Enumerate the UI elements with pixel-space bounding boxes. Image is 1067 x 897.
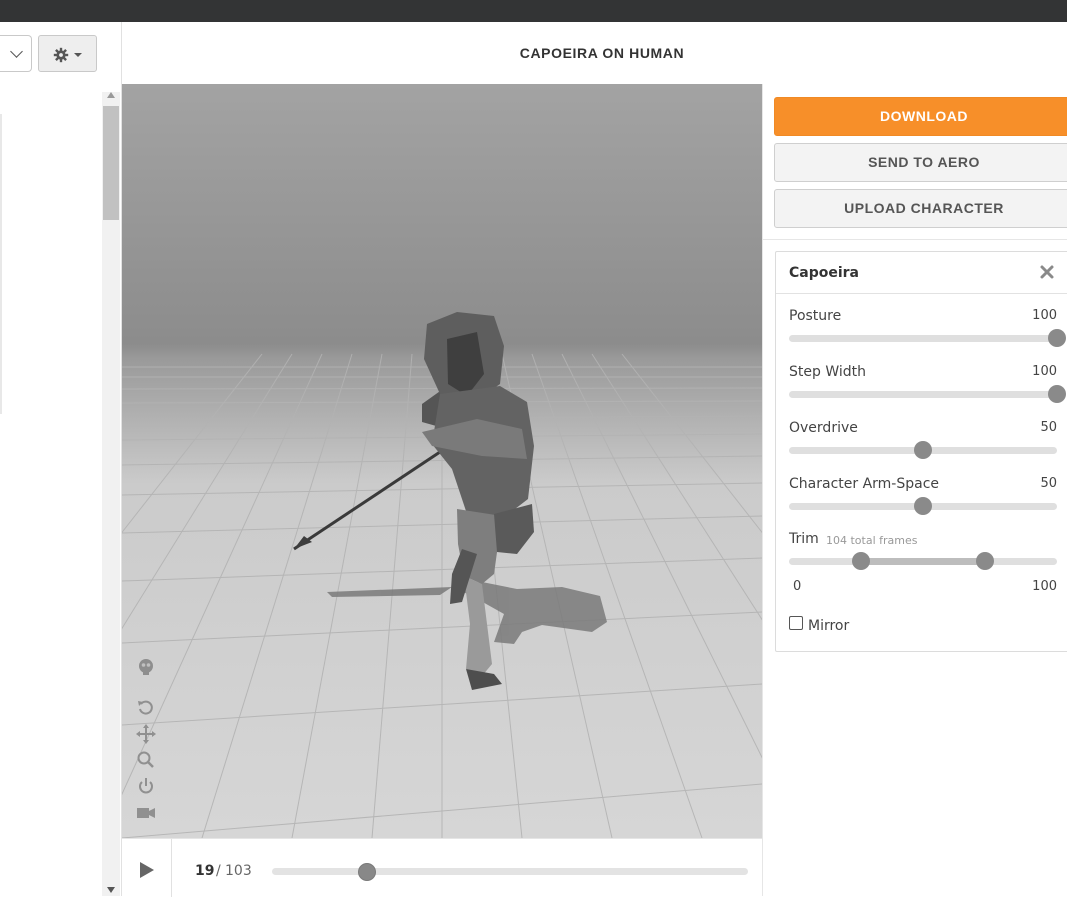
gear-icon xyxy=(53,47,69,63)
mirror-checkbox[interactable] xyxy=(789,616,803,630)
param-value: 100 xyxy=(1032,364,1057,379)
playback-bar: 19 / 103 xyxy=(122,838,762,897)
scene-render xyxy=(122,312,762,838)
trim-range-slider[interactable] xyxy=(789,552,1057,570)
trim-min-label: 0 xyxy=(793,579,802,594)
page-title: CAPOEIRA ON HUMAN xyxy=(519,45,685,61)
slider-thumb[interactable] xyxy=(914,497,932,515)
download-button[interactable]: DOWNLOAD xyxy=(774,97,1067,136)
param-overdrive: Overdrive 50 xyxy=(789,420,1059,460)
frame-separator: / xyxy=(216,863,221,879)
top-bar xyxy=(0,0,1067,22)
param-value: 50 xyxy=(1040,476,1057,491)
trim-selected-range xyxy=(861,558,985,565)
chevron-down-icon xyxy=(10,45,23,58)
current-frame: 19 xyxy=(195,863,215,879)
right-panel: DOWNLOAD SEND TO AERO UPLOAD CHARACTER C… xyxy=(762,84,1067,896)
scrollbar[interactable] xyxy=(102,92,120,896)
arm-space-slider[interactable] xyxy=(789,497,1057,515)
play-icon xyxy=(140,862,154,878)
param-posture: Posture 100 xyxy=(789,308,1066,348)
trim-total-frames: 104 total frames xyxy=(826,534,918,547)
left-panel xyxy=(0,22,122,896)
param-step-width: Step Width 100 xyxy=(789,364,1066,404)
settings-button[interactable] xyxy=(38,35,97,72)
param-trim: Trim 104 total frames 0 100 xyxy=(789,531,1059,601)
play-button[interactable] xyxy=(122,839,172,897)
overdrive-slider[interactable] xyxy=(789,441,1057,459)
reset-view-icon[interactable] xyxy=(136,698,156,718)
header: CAPOEIRA ON HUMAN xyxy=(122,22,1067,84)
timeline-slider[interactable] xyxy=(272,863,748,881)
pan-icon[interactable] xyxy=(136,724,156,744)
list-edge xyxy=(0,114,2,414)
send-to-aero-button[interactable]: SEND TO AERO xyxy=(774,143,1067,182)
3d-viewport[interactable] xyxy=(122,84,762,838)
param-label: Overdrive xyxy=(789,420,858,436)
caret-down-icon xyxy=(74,53,82,57)
zoom-icon[interactable] xyxy=(136,750,156,770)
animation-settings-card: Capoeira Posture 100 Step Width 100 Over… xyxy=(775,251,1067,652)
skeleton-icon[interactable] xyxy=(136,657,156,677)
power-icon[interactable] xyxy=(136,776,156,796)
param-value: 50 xyxy=(1040,420,1057,435)
scrollbar-thumb[interactable] xyxy=(103,106,119,220)
scroll-down-arrow-icon[interactable] xyxy=(107,887,115,893)
trim-start-thumb[interactable] xyxy=(852,552,871,570)
divider xyxy=(763,239,1067,240)
param-value: 100 xyxy=(1032,308,1057,323)
param-label: Step Width xyxy=(789,364,866,380)
trim-end-thumb[interactable] xyxy=(975,552,994,570)
param-label: Posture xyxy=(789,308,842,324)
animation-title: Capoeira xyxy=(789,265,860,281)
param-arm-space: Character Arm-Space 50 xyxy=(789,476,1059,516)
upload-character-button[interactable]: UPLOAD CHARACTER xyxy=(774,189,1067,228)
slider-thumb[interactable] xyxy=(1048,329,1066,347)
trim-label: Trim xyxy=(789,531,819,547)
close-icon[interactable] xyxy=(1039,264,1055,280)
total-frames: 103 xyxy=(225,863,252,879)
trim-max-label: 100 xyxy=(1032,579,1057,594)
dropdown-select[interactable] xyxy=(0,35,32,72)
slider-thumb[interactable] xyxy=(914,441,932,459)
mirror-label[interactable]: Mirror xyxy=(808,618,849,634)
timeline-thumb[interactable] xyxy=(358,863,377,881)
param-label: Character Arm-Space xyxy=(789,476,940,492)
camera-icon[interactable] xyxy=(136,802,156,822)
slider-thumb[interactable] xyxy=(1048,385,1066,403)
scroll-up-arrow-icon[interactable] xyxy=(107,92,115,98)
card-header: Capoeira xyxy=(776,252,1067,294)
step-width-slider[interactable] xyxy=(789,385,1066,403)
posture-slider[interactable] xyxy=(789,329,1066,347)
